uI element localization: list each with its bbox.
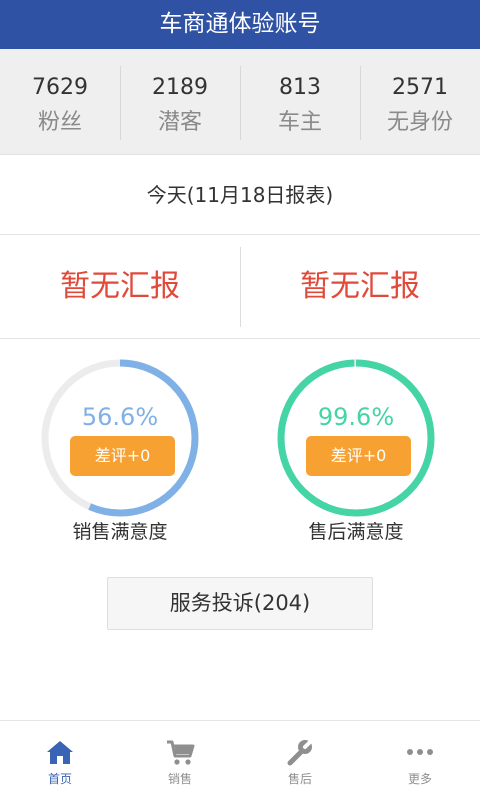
sales-satisfaction-gauge[interactable]: 56.6% 差评+0 销售满意度 [40, 358, 200, 548]
report-date-title: 今天(11月18日报表) [0, 155, 480, 235]
tab-sales[interactable]: 销售 [120, 721, 240, 800]
stat-owners[interactable]: 813 车主 [240, 49, 360, 155]
stat-value: 813 [279, 75, 321, 100]
header-title: 车商通体验账号 [159, 11, 321, 37]
stat-label: 无身份 [386, 110, 453, 135]
stat-label: 粉丝 [37, 110, 82, 135]
more-icon [407, 749, 433, 755]
stat-value: 7629 [32, 75, 88, 100]
tab-more[interactable]: 更多 [360, 721, 480, 800]
service-complaint-button[interactable]: 服务投诉(204) [107, 577, 373, 630]
stat-label: 潜客 [157, 110, 202, 135]
tab-label: 售后 [287, 772, 312, 786]
bad-review-badge[interactable]: 差评+0 [306, 436, 411, 476]
tab-label: 首页 [47, 772, 72, 786]
bottom-tab-bar: 首页 销售 售后 更多 [0, 720, 480, 800]
tab-label: 销售 [167, 772, 192, 786]
stat-value: 2571 [392, 75, 448, 100]
tab-after-sales[interactable]: 售后 [240, 721, 360, 800]
satisfaction-percent: 99.6% [317, 403, 395, 431]
service-report-status[interactable]: 暂无汇报 [240, 235, 480, 339]
stat-value: 2189 [152, 75, 208, 100]
wrench-icon [287, 738, 314, 766]
report-row: 暂无汇报 暂无汇报 [0, 235, 480, 339]
sales-report-status[interactable]: 暂无汇报 [0, 235, 240, 339]
satisfaction-percent: 56.6% [81, 403, 159, 431]
home-icon [47, 741, 73, 764]
gauge-label: 售后满意度 [308, 521, 404, 543]
stat-label: 车主 [277, 110, 322, 135]
tab-label: 更多 [407, 772, 432, 786]
stat-fans[interactable]: 7629 粉丝 [0, 49, 120, 155]
cart-icon [167, 740, 195, 765]
stat-prospects[interactable]: 2189 潜客 [120, 49, 240, 155]
stat-unidentified[interactable]: 2571 无身份 [360, 49, 480, 155]
service-satisfaction-gauge[interactable]: 99.6% 差评+0 售后满意度 [276, 358, 436, 548]
tab-home[interactable]: 首页 [0, 721, 120, 800]
stats-bar: 7629 粉丝 2189 潜客 813 车主 2571 无身份 [0, 49, 480, 155]
bad-review-badge[interactable]: 差评+0 [70, 436, 175, 476]
app-header: 车商通体验账号 [0, 0, 480, 49]
gauge-label: 销售满意度 [72, 521, 168, 543]
